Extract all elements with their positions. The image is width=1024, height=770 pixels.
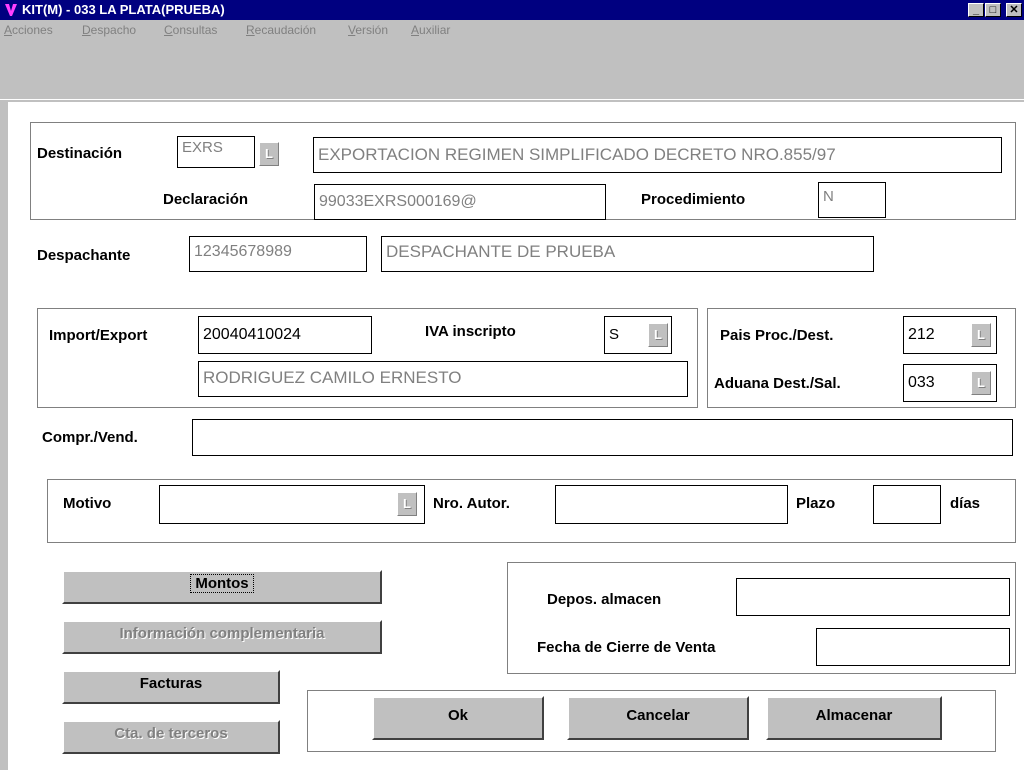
- title-bar[interactable]: KIT(M) - 033 LA PLATA(PRUEBA) _ □ ✕: [0, 0, 1024, 20]
- menu-despacho[interactable]: Despacho: [82, 20, 136, 40]
- comprador-label: Compr./Vend.: [42, 429, 138, 446]
- depos-almacen-label: Depos. almacen: [547, 591, 662, 608]
- cta-terceros-label: Cta. de terceros: [114, 725, 228, 742]
- window-title: KIT(M) - 033 LA PLATA(PRUEBA): [22, 2, 225, 17]
- facturas-button[interactable]: Facturas: [62, 670, 280, 704]
- procedimiento-field[interactable]: N: [818, 182, 886, 218]
- almacenar-button-label: Almacenar: [815, 707, 893, 724]
- import-export-label: Import/Export: [49, 327, 148, 344]
- almacenar-button[interactable]: Almacenar: [766, 696, 942, 740]
- menu-bar: Acciones Despacho Consultas Recaudación …: [0, 20, 1024, 40]
- comprador-field[interactable]: [192, 419, 1013, 456]
- minimize-icon: _: [972, 4, 980, 16]
- plazo-label: Plazo: [796, 495, 836, 512]
- despachante-label: Despachante: [37, 247, 131, 264]
- cancelar-button-label: Cancelar: [626, 707, 690, 724]
- minimize-button[interactable]: _: [968, 3, 984, 17]
- import-export-cuit-field[interactable]: 20040410024: [198, 316, 372, 354]
- despachante-name-field[interactable]: DESPACHANTE DE PRUEBA: [381, 236, 874, 272]
- pais-label: Pais Proc./Dest.: [720, 327, 834, 344]
- motivo-field[interactable]: [159, 485, 425, 524]
- nro-autor-label: Nro. Autor.: [433, 495, 510, 512]
- ok-button-label: Ok: [447, 707, 468, 724]
- menu-consultas[interactable]: Consultas: [164, 20, 217, 40]
- pais-lookup-button[interactable]: L: [971, 323, 991, 347]
- cancelar-button[interactable]: Cancelar: [567, 696, 749, 740]
- app-icon: [5, 4, 17, 16]
- aduana-lookup-button[interactable]: L: [971, 371, 991, 395]
- fecha-cierre-label: Fecha de Cierre de Venta: [537, 639, 716, 656]
- destinacion-label: Destinación: [37, 145, 123, 162]
- fecha-cierre-field[interactable]: [816, 628, 1010, 666]
- procedimiento-label: Procedimiento: [641, 191, 746, 208]
- import-export-name-field[interactable]: RODRIGUEZ CAMILO ERNESTO: [198, 361, 688, 397]
- aduana-label: Aduana Dest./Sal.: [714, 375, 841, 392]
- maximize-button[interactable]: □: [985, 3, 1001, 17]
- declaracion-label: Declaración: [163, 191, 249, 208]
- cta-terceros-button[interactable]: Cta. de terceros: [62, 720, 280, 754]
- ok-button[interactable]: Ok: [372, 696, 544, 740]
- destinacion-description-field[interactable]: EXPORTACION REGIMEN SIMPLIFICADO DECRETO…: [313, 137, 1002, 173]
- menu-recaudacion[interactable]: Recaudación: [246, 20, 316, 40]
- close-icon: ✕: [1009, 4, 1019, 16]
- montos-button[interactable]: Montos: [62, 570, 382, 604]
- plazo-field[interactable]: [873, 485, 941, 524]
- motivo-label: Motivo: [63, 495, 112, 512]
- informacion-complementaria-button[interactable]: Información complementaria: [62, 620, 382, 654]
- nro-autor-field[interactable]: [555, 485, 788, 524]
- menu-auxiliar[interactable]: Auxiliar: [411, 20, 450, 40]
- dias-label: días: [950, 495, 981, 512]
- menu-version[interactable]: Versión: [348, 20, 388, 40]
- despachante-code-field[interactable]: 12345678989: [189, 236, 367, 272]
- declaracion-field[interactable]: 99033EXRS000169@: [314, 184, 606, 220]
- menu-acciones[interactable]: Acciones: [4, 20, 53, 40]
- toolbar-area: [0, 40, 1024, 100]
- montos-button-label: Montos: [190, 574, 254, 593]
- facturas-button-label: Facturas: [139, 675, 203, 692]
- destinacion-code-field[interactable]: EXRS: [177, 136, 255, 168]
- informacion-complementaria-label: Información complementaria: [119, 625, 325, 642]
- motivo-lookup-button[interactable]: L: [397, 492, 417, 516]
- depos-almacen-field[interactable]: [736, 578, 1010, 616]
- iva-inscripto-label: IVA inscripto: [425, 323, 516, 340]
- close-button[interactable]: ✕: [1006, 3, 1022, 17]
- destinacion-lookup-button[interactable]: L: [259, 142, 279, 166]
- iva-lookup-button[interactable]: L: [648, 323, 668, 347]
- maximize-icon: □: [989, 4, 997, 16]
